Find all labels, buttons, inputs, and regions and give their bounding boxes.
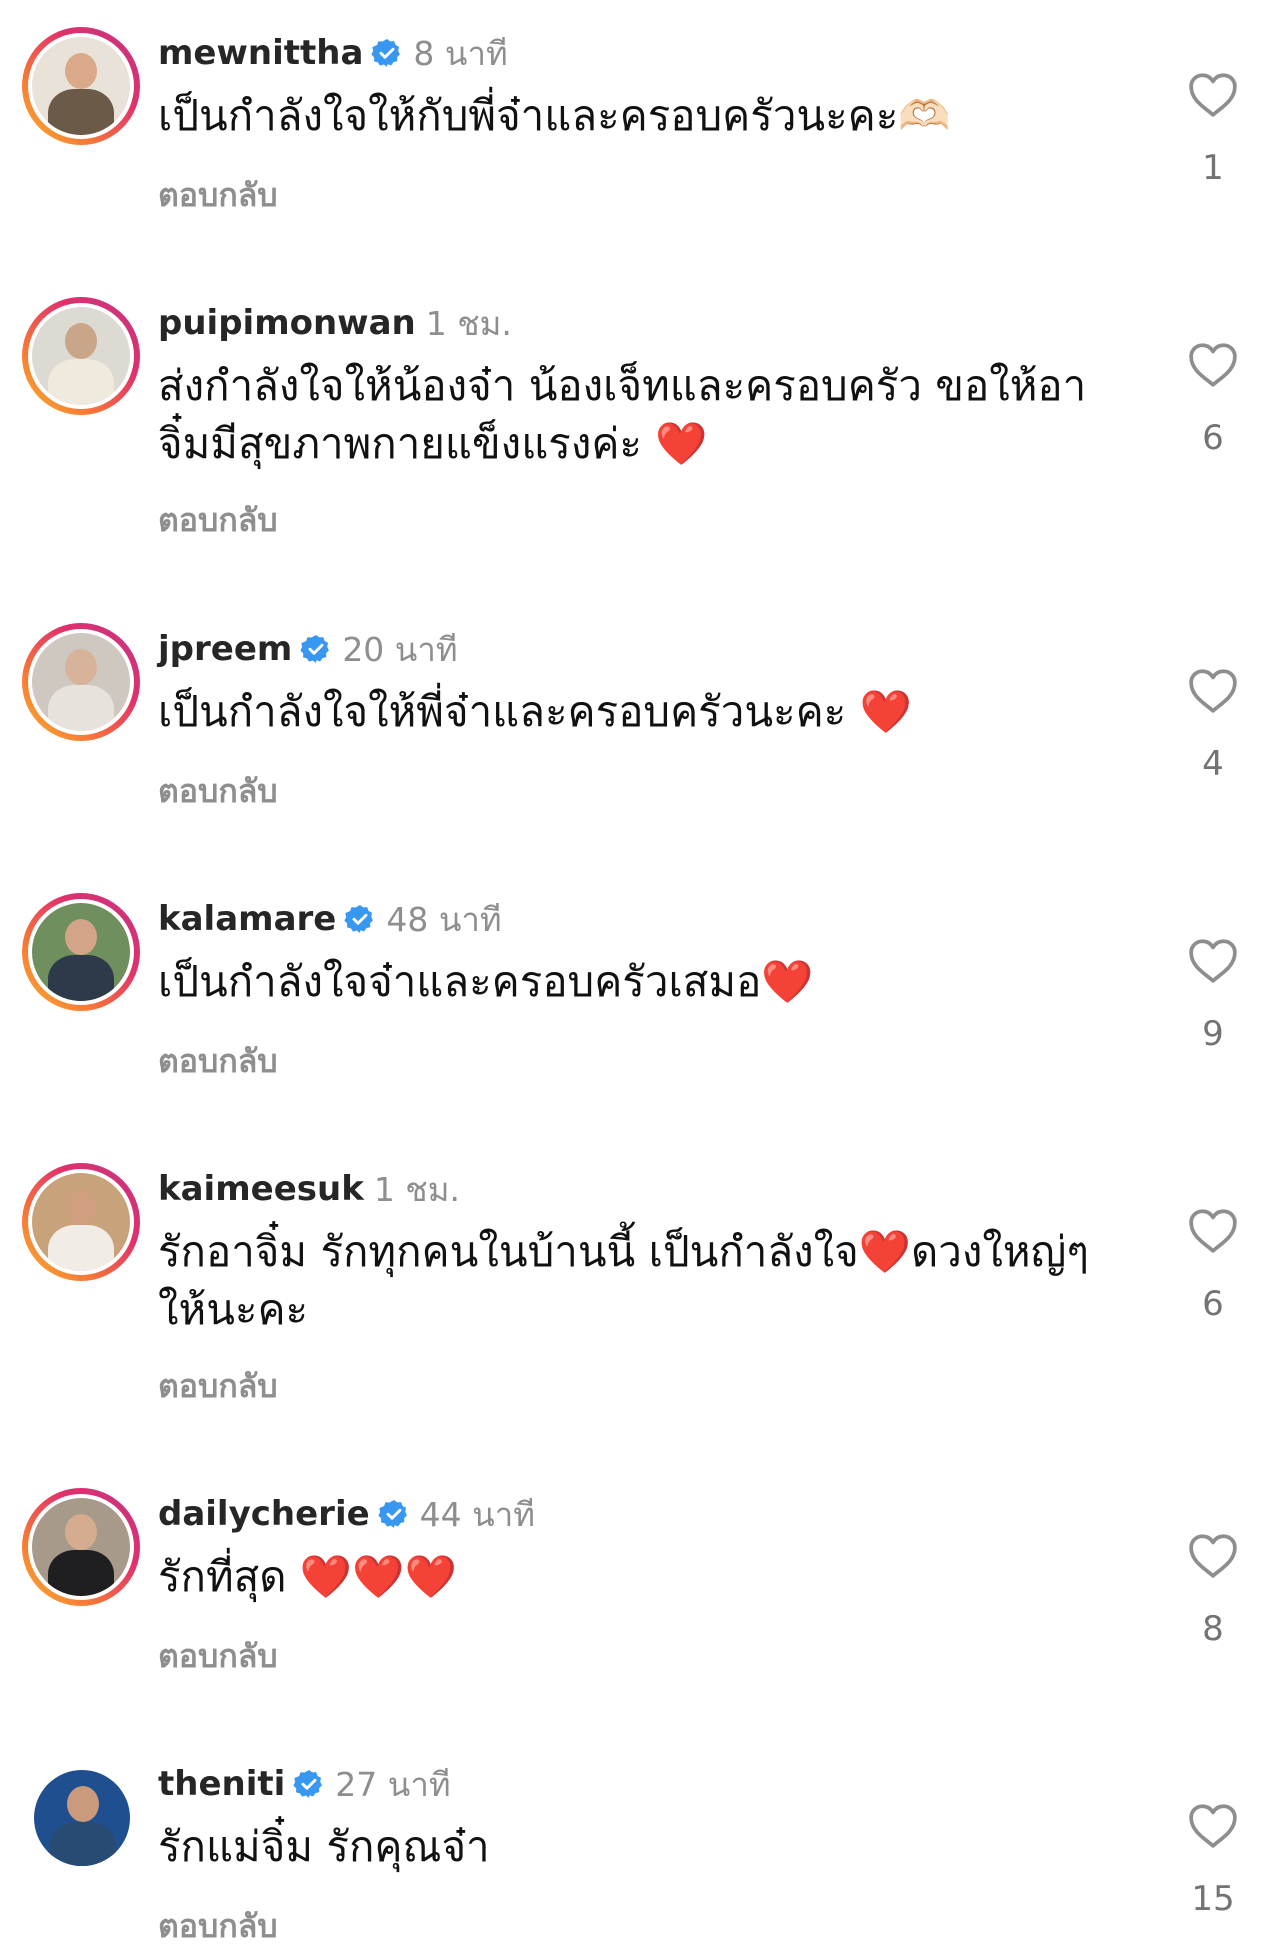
comment-text: เป็นกำลังใจให้พี่จ๋าและครอบครัวนะคะ ❤️ — [158, 687, 912, 736]
reply-button[interactable]: ตอบกลับ — [158, 766, 278, 817]
comment-text: รักที่สุด ❤️❤️❤️ — [158, 1552, 457, 1601]
avatar[interactable] — [22, 27, 140, 145]
comment-time: 27 นาที — [335, 1764, 451, 1804]
reply-button[interactable]: ตอบกลับ — [158, 1036, 278, 1087]
heart-outline-icon[interactable] — [1188, 342, 1238, 388]
verified-badge-icon — [344, 905, 374, 933]
reply-button[interactable]: ตอบกลับ — [158, 1361, 278, 1412]
username[interactable]: kalamare — [158, 899, 336, 939]
avatar[interactable] — [22, 1758, 140, 1876]
comment-header: puipimonwan 1 ชม. — [158, 298, 512, 348]
comment-header: kaimeesuk 1 ชม. — [158, 1164, 460, 1214]
verified-badge-icon — [378, 1500, 407, 1528]
verified-badge-icon — [293, 1770, 323, 1798]
like-count: 1 — [1202, 148, 1224, 188]
username[interactable]: puipimonwan — [158, 303, 416, 343]
heart-outline-icon[interactable] — [1188, 938, 1238, 984]
comment-time: 8 นาที — [413, 33, 508, 73]
comment-text: รักอาจิ๋ม รักทุกคนในบ้านนี้ เป็นกำลังใจ❤… — [158, 1227, 1089, 1334]
comment-time: 20 นาที — [342, 629, 458, 669]
comment-text: เป็นกำลังใจจ๋าและครอบครัวเสมอ❤️ — [158, 957, 814, 1006]
reply-button[interactable]: ตอบกลับ — [158, 170, 278, 221]
comment-header: mewnittha 8 นาที — [158, 28, 508, 78]
comment-time: 1 ชม. — [373, 1169, 460, 1209]
heart-outline-icon[interactable] — [1188, 668, 1238, 714]
username[interactable]: mewnittha — [158, 33, 363, 73]
comment-text: เป็นกำลังใจให้กับพี่จ๋าและครอบครัวนะคะ🫶🏻 — [158, 91, 951, 140]
heart-outline-icon[interactable] — [1188, 1803, 1238, 1849]
like-count: 15 — [1191, 1879, 1235, 1919]
comment-time: 48 นาที — [386, 899, 502, 939]
like-count: 4 — [1202, 744, 1224, 784]
like-count: 9 — [1202, 1014, 1224, 1054]
reply-button[interactable]: ตอบกลับ — [158, 495, 278, 546]
comment-time: 44 นาที — [419, 1494, 535, 1534]
heart-outline-icon[interactable] — [1188, 72, 1238, 118]
username[interactable]: kaimeesuk — [158, 1169, 364, 1209]
username[interactable]: jpreem — [158, 629, 292, 669]
comment-time: 1 ชม. — [425, 303, 512, 343]
heart-outline-icon[interactable] — [1188, 1208, 1238, 1254]
verified-badge-icon — [300, 635, 330, 663]
like-count: 6 — [1202, 418, 1224, 458]
comment-text: รักแม่จิ๋ม รักคุณจ๋า — [158, 1822, 490, 1871]
comment-header: theniti 27 นาที — [158, 1759, 451, 1809]
heart-outline-icon[interactable] — [1188, 1533, 1238, 1579]
comment-header: dailycherie 44 นาที — [158, 1489, 535, 1539]
avatar[interactable] — [22, 893, 140, 1011]
username[interactable]: theniti — [158, 1764, 285, 1804]
avatar[interactable] — [22, 623, 140, 741]
avatar[interactable] — [22, 1163, 140, 1281]
comment-header: jpreem 20 นาที — [158, 624, 458, 674]
comment-text: ส่งกำลังใจให้น้องจ๋า น้องเจ็ทและครอบครัว… — [158, 361, 1087, 468]
verified-badge-icon — [371, 39, 401, 67]
reply-button[interactable]: ตอบกลับ — [158, 1631, 278, 1682]
avatar[interactable] — [22, 1488, 140, 1606]
username[interactable]: dailycherie — [158, 1494, 370, 1534]
comment-header: kalamare 48 นาที — [158, 894, 502, 944]
reply-button[interactable]: ตอบกลับ — [158, 1901, 278, 1952]
like-count: 8 — [1202, 1609, 1224, 1649]
avatar[interactable] — [22, 297, 140, 415]
like-count: 6 — [1202, 1284, 1224, 1324]
